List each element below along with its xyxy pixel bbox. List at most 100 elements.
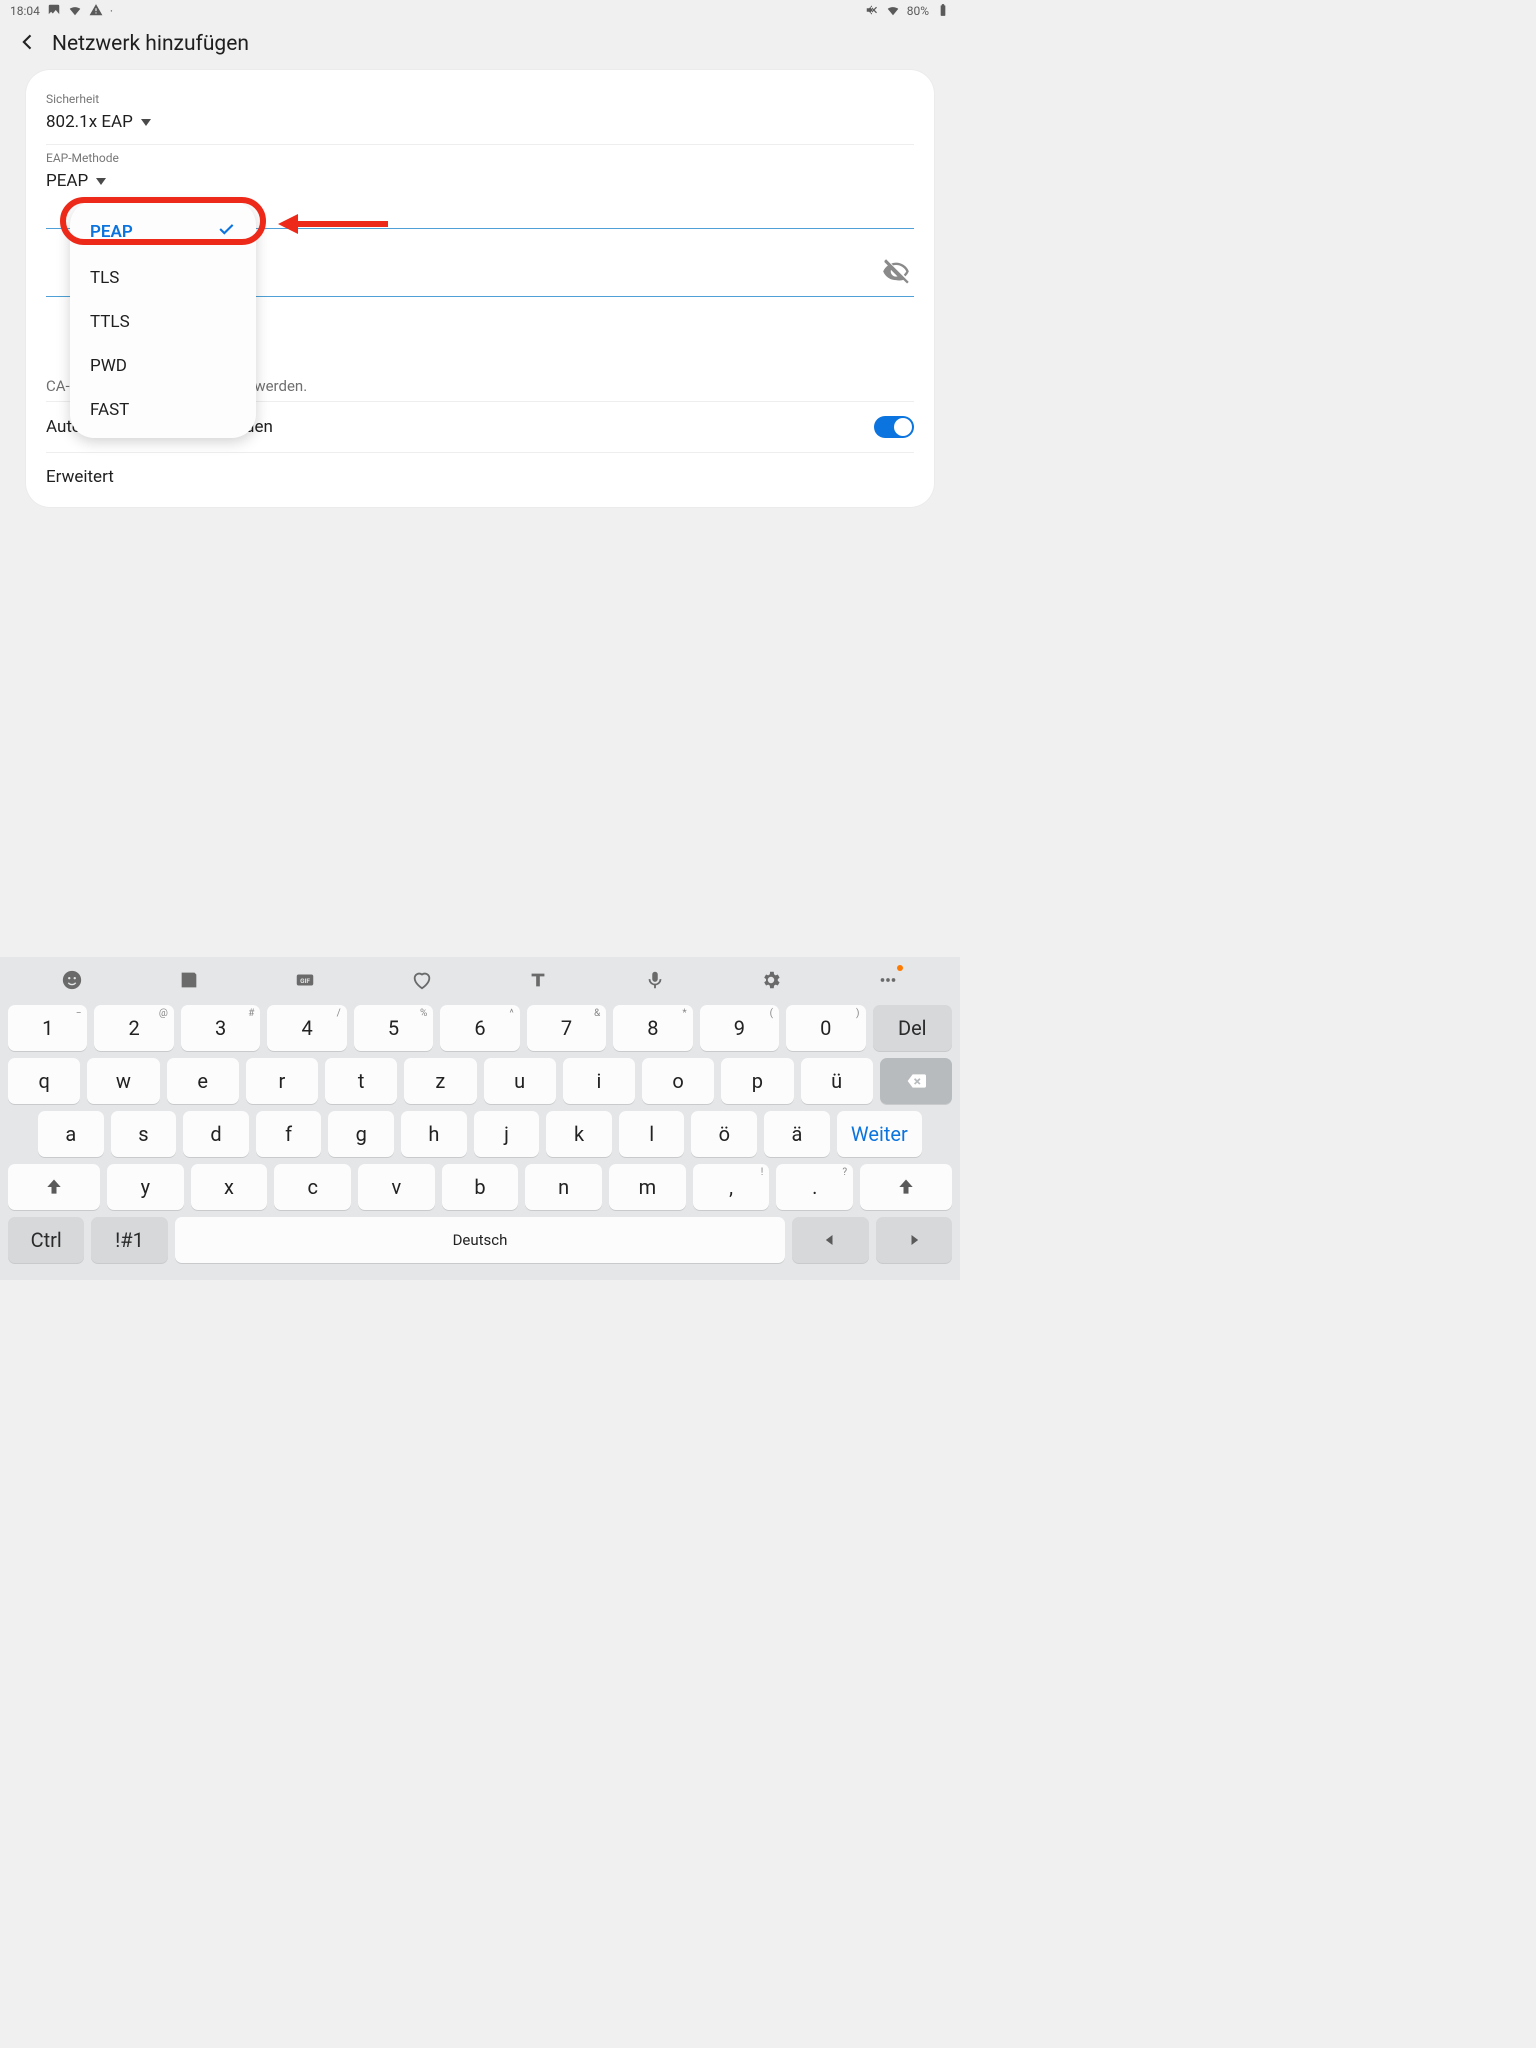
security-label: Sicherheit xyxy=(46,92,914,106)
key-symbols[interactable]: !#1 xyxy=(91,1217,167,1263)
key-x[interactable]: x xyxy=(191,1164,268,1210)
key-3[interactable]: 3# xyxy=(181,1005,260,1051)
key-del[interactable]: Del xyxy=(873,1005,952,1051)
battery-pct: 80% xyxy=(907,4,929,18)
keyboard-toolbar: GIF xyxy=(8,965,952,1005)
key-b[interactable]: b xyxy=(442,1164,519,1210)
key-h[interactable]: h xyxy=(401,1111,467,1157)
key-space[interactable]: Deutsch xyxy=(175,1217,786,1263)
key-0[interactable]: 0) xyxy=(786,1005,865,1051)
status-bar: 18:04 · 80% xyxy=(0,0,960,22)
app-header: Netzwerk hinzufügen xyxy=(0,22,960,70)
key-n[interactable]: n xyxy=(525,1164,602,1210)
security-dropdown[interactable]: 802.1x EAP xyxy=(46,112,914,132)
key-a[interactable]: a xyxy=(38,1111,104,1157)
on-screen-keyboard: GIF 1−2@3#4/5%6^7&8*9(0)Del qwertzuiopü … xyxy=(0,957,960,1280)
gear-icon[interactable] xyxy=(760,969,782,995)
key-u[interactable]: u xyxy=(484,1058,556,1104)
menu-item-peap[interactable]: PEAP xyxy=(70,207,256,256)
keyboard-row-numbers: 1−2@3#4/5%6^7&8*9(0)Del xyxy=(8,1005,952,1051)
key-e[interactable]: e xyxy=(167,1058,239,1104)
key-p[interactable]: p xyxy=(721,1058,793,1104)
security-value: 802.1x EAP xyxy=(46,112,133,132)
advanced-label: Erweitert xyxy=(46,467,114,487)
key-shift-right[interactable] xyxy=(860,1164,952,1210)
advanced-row[interactable]: Erweitert xyxy=(46,452,914,501)
wifi-signal-icon xyxy=(886,3,900,20)
key-4[interactable]: 4/ xyxy=(267,1005,346,1051)
notification-dot xyxy=(897,965,903,971)
warning-status-icon xyxy=(89,3,103,20)
key-6[interactable]: 6^ xyxy=(440,1005,519,1051)
dot-status-icon: · xyxy=(110,4,113,18)
wifi-status-icon xyxy=(68,3,82,20)
key-7[interactable]: 7& xyxy=(527,1005,606,1051)
sticker-icon[interactable] xyxy=(178,969,200,995)
key-9[interactable]: 9( xyxy=(700,1005,779,1051)
menu-item-fast[interactable]: FAST xyxy=(70,388,256,432)
key-comma[interactable]: ,! xyxy=(693,1164,770,1210)
key-ctrl[interactable]: Ctrl xyxy=(8,1217,84,1263)
key-j[interactable]: j xyxy=(474,1111,540,1157)
key-g[interactable]: g xyxy=(328,1111,394,1157)
key-m[interactable]: m xyxy=(609,1164,686,1210)
mute-status-icon xyxy=(865,3,879,20)
emoji-icon[interactable] xyxy=(61,969,83,995)
check-icon xyxy=(216,219,236,244)
key-1[interactable]: 1− xyxy=(8,1005,87,1051)
key-ö[interactable]: ö xyxy=(691,1111,757,1157)
menu-item-ttls[interactable]: TTLS xyxy=(70,300,256,344)
text-tool-icon[interactable] xyxy=(527,969,549,995)
mic-icon[interactable] xyxy=(644,969,666,995)
keyboard-row-3: yxcvbnm,!.? xyxy=(8,1164,952,1210)
key-cursor-left[interactable] xyxy=(792,1217,868,1263)
key-2[interactable]: 2@ xyxy=(94,1005,173,1051)
key-o[interactable]: o xyxy=(642,1058,714,1104)
auto-reconnect-toggle[interactable] xyxy=(874,416,914,438)
eap-method-menu: PEAP TLS TTLS PWD FAST xyxy=(70,201,256,438)
security-section: Sicherheit 802.1x EAP xyxy=(46,86,914,145)
chevron-down-icon xyxy=(96,178,106,185)
clock: 18:04 xyxy=(10,4,40,18)
key-s[interactable]: s xyxy=(111,1111,177,1157)
heart-icon[interactable] xyxy=(411,969,433,995)
key-shift-left[interactable] xyxy=(8,1164,100,1210)
keyboard-row-bottom: Ctrl!#1Deutsch xyxy=(8,1217,952,1263)
key-r[interactable]: r xyxy=(246,1058,318,1104)
key-c[interactable]: c xyxy=(274,1164,351,1210)
key-l[interactable]: l xyxy=(619,1111,685,1157)
page-title: Netzwerk hinzufügen xyxy=(52,32,249,56)
eap-method-label: EAP-Methode xyxy=(46,151,914,165)
key-period[interactable]: .? xyxy=(776,1164,853,1210)
visibility-off-icon[interactable] xyxy=(882,258,910,290)
gif-icon[interactable]: GIF xyxy=(294,969,316,995)
keyboard-row-2: asdfghjklöäWeiter xyxy=(8,1111,952,1157)
key-t[interactable]: t xyxy=(325,1058,397,1104)
key-backspace[interactable] xyxy=(880,1058,952,1104)
key-v[interactable]: v xyxy=(358,1164,435,1210)
menu-item-pwd[interactable]: PWD xyxy=(70,344,256,388)
key-k[interactable]: k xyxy=(546,1111,612,1157)
key-w[interactable]: w xyxy=(87,1058,159,1104)
key-ä[interactable]: ä xyxy=(764,1111,830,1157)
eap-method-value: PEAP xyxy=(46,171,88,191)
key-d[interactable]: d xyxy=(183,1111,249,1157)
key-i[interactable]: i xyxy=(563,1058,635,1104)
battery-icon xyxy=(936,3,950,20)
picture-status-icon xyxy=(47,3,61,20)
key-q[interactable]: q xyxy=(8,1058,80,1104)
key-y[interactable]: y xyxy=(107,1164,184,1210)
key-8[interactable]: 8* xyxy=(613,1005,692,1051)
svg-text:GIF: GIF xyxy=(300,977,310,985)
chevron-down-icon xyxy=(141,119,151,126)
key-f[interactable]: f xyxy=(256,1111,322,1157)
eap-method-dropdown[interactable]: PEAP xyxy=(46,171,914,191)
key-weiter[interactable]: Weiter xyxy=(837,1111,922,1157)
menu-item-tls[interactable]: TLS xyxy=(70,256,256,300)
key-ü[interactable]: ü xyxy=(801,1058,873,1104)
back-button[interactable] xyxy=(18,32,38,56)
more-icon[interactable] xyxy=(877,969,899,995)
key-z[interactable]: z xyxy=(404,1058,476,1104)
key-5[interactable]: 5% xyxy=(354,1005,433,1051)
key-cursor-right[interactable] xyxy=(876,1217,952,1263)
